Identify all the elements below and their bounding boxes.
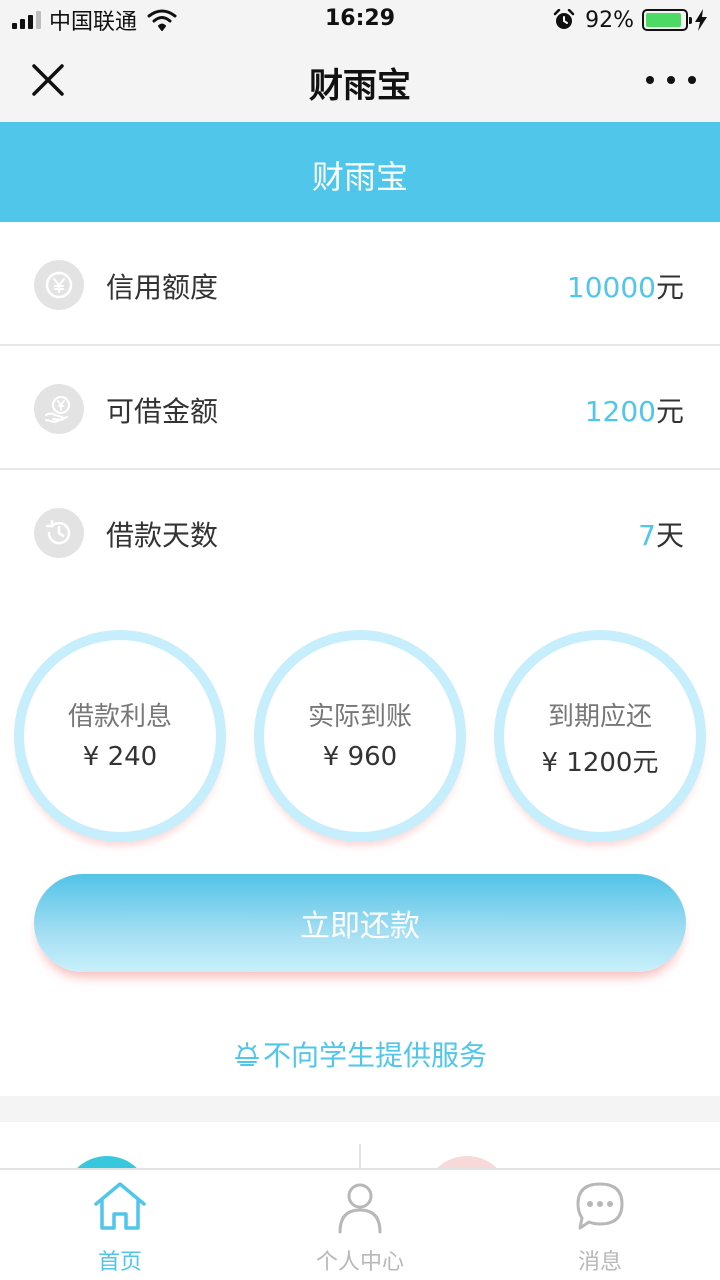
nav-bar: 财雨宝: [0, 40, 720, 122]
tab-label: 个人中心: [315, 1250, 404, 1275]
row-unit: 天: [655, 519, 684, 552]
info-list: 信用额度 10000元 可借金额 1200元 借款天数 7天: [0, 222, 720, 594]
chat-icon: [576, 1182, 624, 1230]
row-value: 10000元: [567, 266, 684, 306]
row-unit: 元: [655, 271, 684, 304]
notice-text: 不向学生提供服务: [262, 1039, 487, 1072]
header-banner: 财雨宝: [0, 122, 720, 222]
page-title: 财雨宝: [309, 66, 411, 106]
charging-icon: [695, 9, 707, 31]
info-row-loan-days: 借款天数 7天: [0, 470, 720, 594]
more-icon[interactable]: [646, 62, 696, 98]
interest-amount: ¥ 240: [82, 742, 158, 772]
row-label: 可借金额: [106, 395, 219, 428]
tab-home[interactable]: 首页: [0, 1170, 240, 1280]
received-circle: 实际到账 ¥ 960: [254, 630, 466, 842]
credit-limit-amount: 10000: [566, 271, 656, 304]
tab-label: 首页: [97, 1250, 142, 1275]
history-clock-icon: [34, 508, 84, 558]
student-notice: 不向学生提供服务: [0, 1034, 720, 1074]
received-amount: ¥ 960: [322, 742, 398, 772]
status-right: 92%: [553, 6, 708, 34]
due-circle: 到期应还 ¥ 1200元: [494, 630, 706, 842]
repay-now-button[interactable]: 立即还款: [34, 874, 686, 972]
status-bar: 中国联通 16:29 92%: [0, 0, 720, 40]
alarm-icon: [553, 9, 575, 29]
bell-icon: [234, 1042, 259, 1066]
tab-messages[interactable]: 消息: [480, 1170, 720, 1280]
interest-circle: 借款利息 ¥ 240: [14, 630, 226, 842]
row-label: 借款天数: [106, 519, 219, 552]
tab-label: 消息: [577, 1250, 622, 1275]
circle-label: 借款利息: [67, 702, 172, 732]
info-row-available-amount: 可借金额 1200元: [0, 346, 720, 470]
info-row-credit-limit: 信用额度 10000元: [0, 222, 720, 346]
battery-percent: 92%: [585, 7, 634, 33]
circle-label: 到期应还: [547, 702, 652, 732]
row-label: 信用额度: [106, 271, 219, 304]
loan-days: 7: [638, 519, 656, 552]
tab-bar: 首页 个人中心 消息: [0, 1168, 720, 1280]
available-amount: 1200: [584, 395, 656, 428]
battery-level: [646, 13, 681, 27]
home-icon: [94, 1182, 146, 1230]
money-hand-icon: [34, 384, 84, 434]
yen-coin-icon: [34, 260, 84, 310]
loan-summary-section: 借款利息 ¥ 240 实际到账 ¥ 960 到期应还 ¥ 1200元 立即还款 …: [0, 594, 720, 1096]
tab-profile[interactable]: 个人中心: [240, 1170, 480, 1280]
battery-icon: [642, 9, 692, 31]
user-icon: [338, 1183, 382, 1234]
banner-title: 财雨宝: [311, 158, 408, 196]
row-unit: 元: [655, 395, 684, 428]
circle-label: 实际到账: [307, 702, 412, 732]
due-amount: ¥ 1200元: [541, 748, 659, 778]
row-value: 7天: [638, 514, 684, 554]
row-value: 1200元: [585, 390, 684, 430]
